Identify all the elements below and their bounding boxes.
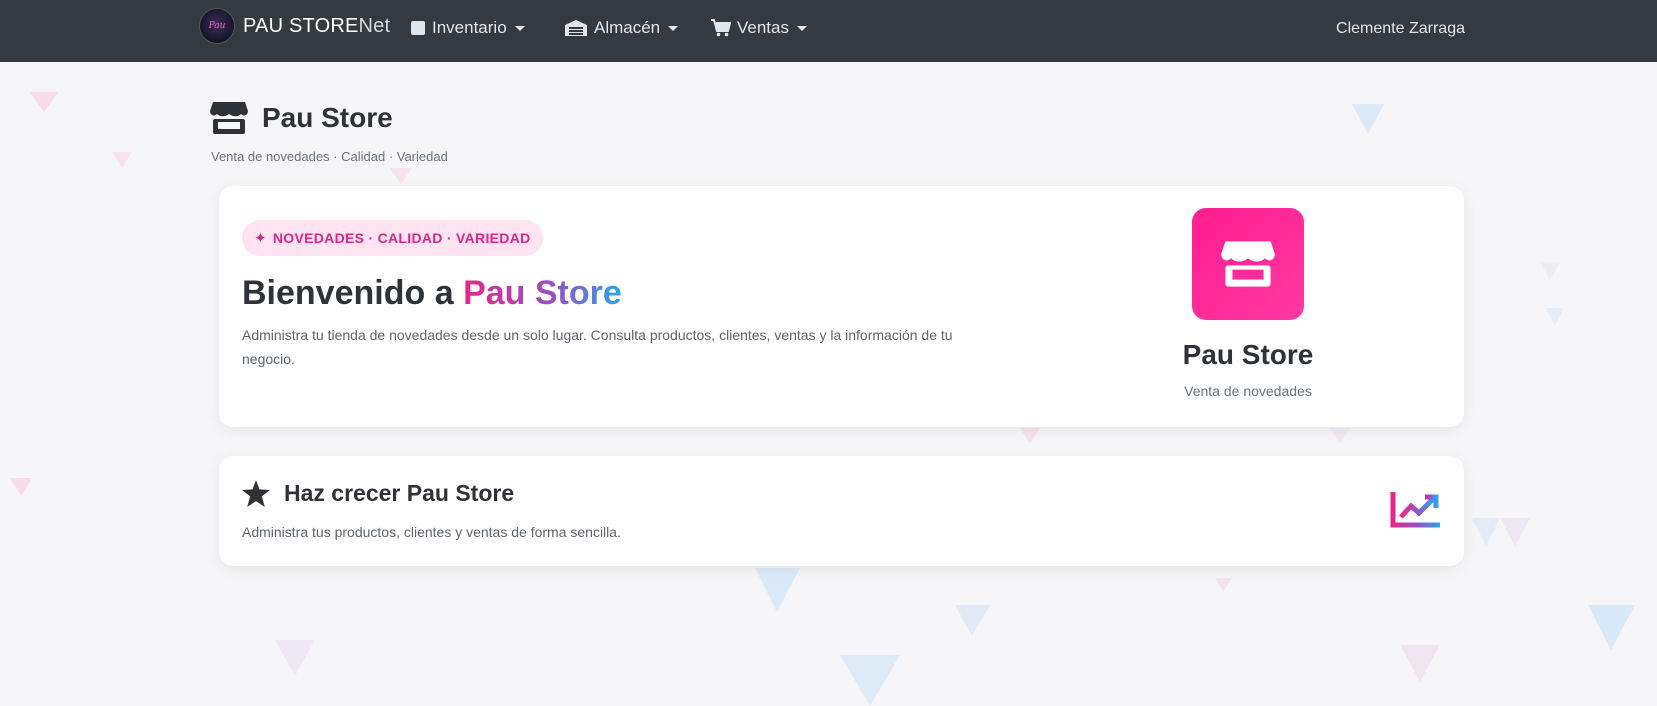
grow-description: Administra tus productos, clientes y ven… [242, 524, 621, 540]
brand-logo: Pau [199, 8, 235, 44]
page-header: Pau Store [210, 101, 393, 135]
grow-title: Haz crecer Pau Store [284, 480, 515, 506]
nav-dropdown-almacen[interactable]: Almacén [564, 18, 679, 38]
box-icon [411, 21, 425, 35]
highlight-badge: ✦ NOVEDADES · CALIDAD · VARIEDAD [242, 220, 543, 256]
brand-name-light: Net [358, 14, 391, 37]
nav-label-inventario: Inventario [432, 18, 507, 37]
welcome-title-prefix: Bienvenido a [242, 274, 464, 312]
sparkle-icon: ✦ [254, 230, 267, 247]
store-tagline: Venta de novedades [1184, 383, 1312, 399]
store-icon [1221, 241, 1275, 287]
warehouse-icon [565, 20, 587, 36]
grow-card: Haz crecer Pau Store Administra tus prod… [219, 456, 1464, 566]
welcome-title: Bienvenido a Pau Store [242, 274, 622, 313]
brand-link[interactable]: Pau PAU STORENet [199, 8, 390, 44]
store-icon [210, 102, 248, 134]
store-logo-tile [1192, 208, 1304, 320]
brand-logo-text: Pau [208, 21, 226, 31]
nav-dropdown-ventas[interactable]: Ventas [711, 18, 807, 38]
cart-icon [711, 19, 731, 37]
nav-label-almacen: Almacén [594, 18, 661, 37]
welcome-card: ✦ NOVEDADES · CALIDAD · VARIEDAD Bienven… [219, 186, 1464, 427]
welcome-description: Administra tu tienda de novedades desde … [242, 327, 953, 367]
user-name-link[interactable]: Clemente Zarraga [1336, 20, 1465, 38]
chevron-down-icon [514, 25, 525, 31]
brand-name-bold: PAU STORE [243, 14, 359, 37]
star-icon [242, 480, 270, 507]
top-navbar: Pau PAU STORENet Inventario Almacén Vent… [0, 0, 1657, 62]
brand-name: PAU STORENet [243, 15, 390, 38]
page-subtitle: Venta de novedades · Calidad · Variedad [211, 149, 448, 164]
trending-up-icon [1390, 492, 1440, 528]
badge-text: NOVEDADES · CALIDAD · VARIEDAD [272, 230, 531, 246]
page-title: Pau Store [262, 102, 393, 133]
nav-dropdown-inventario[interactable]: Inventario [410, 18, 525, 38]
grow-card-header: Haz crecer Pau Store [242, 480, 514, 507]
nav-label-ventas: Ventas [737, 18, 789, 37]
chevron-down-icon [668, 25, 679, 31]
store-name: Pau Store [1182, 339, 1314, 370]
chevron-down-icon [797, 25, 807, 31]
welcome-title-highlight: Pau Store [463, 274, 622, 312]
